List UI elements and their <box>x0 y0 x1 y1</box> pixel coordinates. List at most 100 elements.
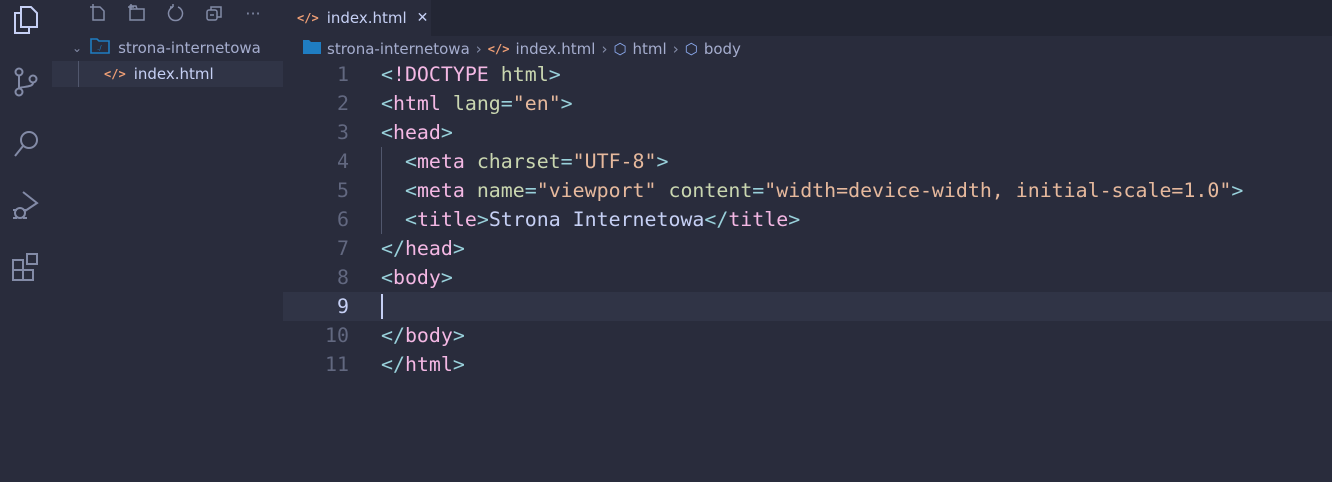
line-number: 1 <box>337 63 349 86</box>
html-file-icon: </> <box>297 11 319 25</box>
code-line[interactable]: 10 </body> <box>283 321 1332 350</box>
code-line[interactable]: 8 <body> <box>283 263 1332 292</box>
code-token: charset <box>476 150 561 173</box>
tab-bar: </> index.html ✕ <box>283 0 1332 36</box>
source-control-icon[interactable] <box>8 64 44 100</box>
code-token: > <box>560 92 573 115</box>
code-token: </ <box>704 208 729 231</box>
explorer-icon[interactable] <box>8 2 44 38</box>
chevron-right-icon: › <box>475 40 482 58</box>
code-token: = <box>524 179 537 202</box>
code-line[interactable]: 7 </head> <box>283 234 1332 263</box>
code-token: </ <box>381 353 405 376</box>
code-token: = <box>560 150 573 173</box>
code-token: html <box>404 353 453 376</box>
collapse-all-icon[interactable] <box>203 2 225 24</box>
code-text: <meta name="viewport" content="width=dev… <box>381 179 1243 202</box>
line-number: 6 <box>337 208 349 231</box>
close-icon[interactable]: ✕ <box>417 10 429 26</box>
code-line[interactable]: 3 <head> <box>283 118 1332 147</box>
code-token: > <box>656 150 669 173</box>
run-debug-icon[interactable] <box>8 188 44 224</box>
folder-icon <box>303 40 321 58</box>
code-token: "viewport" <box>536 179 657 202</box>
file-index-html[interactable]: </> index.html <box>52 61 283 87</box>
code-token: meta <box>416 179 465 202</box>
code-text: </html> <box>381 353 465 376</box>
line-number: 10 <box>325 324 349 347</box>
breadcrumb-file[interactable]: index.html <box>515 40 595 58</box>
refresh-icon[interactable] <box>165 2 187 24</box>
code-area[interactable]: 1 <!DOCTYPE html> 2 <html lang="en"> 3 <head>… <box>283 60 1332 379</box>
code-token: title <box>728 208 789 231</box>
code-line[interactable]: 2 <html lang="en"> <box>283 89 1332 118</box>
code-text: </head> <box>381 237 465 260</box>
line-number: 9 <box>337 295 349 318</box>
code-token: < <box>404 179 417 202</box>
code-text: <!DOCTYPE html> <box>381 63 561 86</box>
code-line[interactable]: 6 <title>Strona Internetowa</title> <box>283 205 1332 234</box>
code-text: <head> <box>381 121 453 144</box>
code-text: <meta charset="UTF-8"> <box>381 150 669 173</box>
code-token: > <box>452 237 465 260</box>
code-line[interactable]: 1 <!DOCTYPE html> <box>283 60 1332 89</box>
extensions-icon[interactable] <box>8 250 44 286</box>
breadcrumb-html[interactable]: html <box>633 40 667 58</box>
cube-icon: ⬡ <box>613 40 627 58</box>
tab-index-html[interactable]: </> index.html ✕ <box>283 0 431 36</box>
code-token: < <box>381 63 393 86</box>
code-token: < <box>381 121 393 144</box>
code-token: = <box>752 179 765 202</box>
line-number: 5 <box>337 179 349 202</box>
code-token: body <box>404 324 453 347</box>
code-token: > <box>440 121 453 144</box>
code-token: content <box>668 179 753 202</box>
code-token: name <box>476 179 525 202</box>
code-text: <body> <box>381 266 453 289</box>
code-token: < <box>381 266 393 289</box>
code-text: <title>Strona Internetowa</title> <box>381 208 800 231</box>
new-folder-icon[interactable] <box>126 2 148 24</box>
code-token: Strona Internetowa <box>488 208 705 231</box>
code-token: < <box>404 208 417 231</box>
code-token: > <box>1231 179 1244 202</box>
code-token: !DOCTYPE <box>392 63 489 86</box>
folder-label: strona-internetowa <box>118 39 261 57</box>
svg-text:./: ./ <box>97 44 102 52</box>
code-token: > <box>788 208 801 231</box>
folder-icon: ./ <box>90 38 110 58</box>
code-token: = <box>500 92 513 115</box>
editor[interactable]: strona-internetowa › </> index.html › ⬡ ht… <box>283 36 1332 482</box>
code-line[interactable]: 5 <meta name="viewport" content="width=d… <box>283 176 1332 205</box>
code-token: < <box>404 150 417 173</box>
search-icon[interactable] <box>8 126 44 162</box>
code-token: > <box>548 63 561 86</box>
code-token: > <box>476 208 489 231</box>
line-number: 2 <box>337 92 349 115</box>
breadcrumb-folder[interactable]: strona-internetowa <box>327 40 470 58</box>
new-file-icon[interactable] <box>87 2 109 24</box>
code-token: html <box>500 63 549 86</box>
code-token: "UTF-8" <box>572 150 657 173</box>
code-line[interactable]: 9 <box>283 292 1332 321</box>
code-token: head <box>392 121 441 144</box>
code-line[interactable]: 4 <meta charset="UTF-8"> <box>283 147 1332 176</box>
code-token: > <box>452 324 465 347</box>
code-token: < <box>381 92 393 115</box>
more-icon[interactable]: ··· <box>242 2 264 24</box>
code-line[interactable]: 11 </html> <box>283 350 1332 379</box>
code-token: title <box>416 208 477 231</box>
cube-icon: ⬡ <box>684 40 698 58</box>
folder-strona-internetowa[interactable]: ⌄ ./ strona-internetowa <box>72 37 261 59</box>
line-number: 4 <box>337 150 349 173</box>
code-text: <html lang="en"> <box>381 92 573 115</box>
breadcrumb-body[interactable]: body <box>704 40 741 58</box>
code-token: lang <box>452 92 501 115</box>
indent-guide <box>78 61 79 87</box>
line-number: 7 <box>337 237 349 260</box>
